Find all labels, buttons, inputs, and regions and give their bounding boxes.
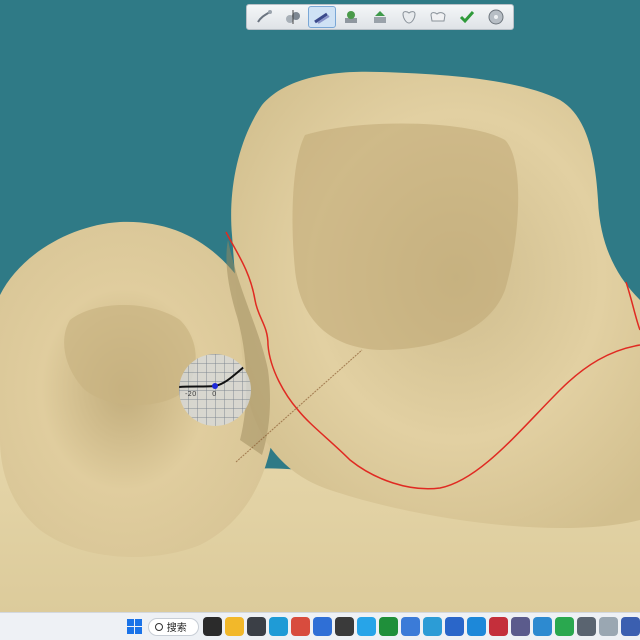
- search-label: 搜索: [166, 623, 187, 634]
- design-wizard-tool[interactable]: [337, 6, 365, 28]
- tooth-crown-tool[interactable]: [424, 6, 452, 28]
- code-app-icon[interactable]: [467, 617, 486, 636]
- adapt-icon: [374, 11, 386, 23]
- tooth-anatomy-icon: [402, 11, 416, 24]
- adapt-tool[interactable]: [366, 6, 394, 28]
- insertion-axis-tool[interactable]: [279, 6, 307, 28]
- 3d-viewport[interactable]: -20 0: [0, 0, 640, 612]
- lens-zero-label: 0: [212, 390, 217, 398]
- tooth-anatomy-tool[interactable]: [395, 6, 423, 28]
- ks-app-icon[interactable]: [445, 617, 464, 636]
- windows-logo-icon: [127, 619, 143, 634]
- ai-app-icon[interactable]: [335, 617, 354, 636]
- confirm-check-icon: [459, 11, 475, 24]
- instruments-tool[interactable]: [308, 6, 336, 28]
- design-app-icon[interactable]: [621, 617, 640, 636]
- start-button[interactable]: [126, 617, 144, 637]
- photos-icon[interactable]: [423, 617, 442, 636]
- store-icon[interactable]: [313, 617, 332, 636]
- confirm-tool[interactable]: [453, 6, 481, 28]
- chat-app-icon[interactable]: [555, 617, 574, 636]
- file-explorer-icon[interactable]: [225, 617, 244, 636]
- edge-icon[interactable]: [269, 617, 288, 636]
- taskbar-apps: [203, 617, 640, 636]
- windows-taskbar: 搜索: [0, 612, 640, 640]
- search-icon: [154, 622, 163, 631]
- taskbar-search[interactable]: 搜索: [147, 617, 199, 636]
- tooth-crown-icon: [430, 12, 446, 22]
- camera-app-icon[interactable]: [247, 617, 266, 636]
- task-view-icon[interactable]: [203, 617, 222, 636]
- save-disc-icon: [488, 9, 504, 25]
- lens-scale-label: -20: [185, 390, 197, 398]
- margin-line-tool[interactable]: [250, 6, 278, 28]
- remote-app-icon[interactable]: [533, 617, 552, 636]
- tooth-model-scene[interactable]: [0, 0, 640, 612]
- dev-app-icon[interactable]: [511, 617, 530, 636]
- design-toolbar: [246, 4, 514, 30]
- app-green-icon[interactable]: [379, 617, 398, 636]
- chrome-icon[interactable]: [291, 617, 310, 636]
- dental-cad-icon[interactable]: [599, 617, 618, 636]
- design-wizard-icon: [345, 11, 357, 23]
- browser-icon[interactable]: [357, 617, 376, 636]
- mail-icon[interactable]: [401, 617, 420, 636]
- section-lens[interactable]: -20 0: [179, 354, 251, 426]
- video-app-icon[interactable]: [489, 617, 508, 636]
- preparation-surface: [292, 123, 519, 351]
- margin-line-icon: [257, 10, 272, 23]
- instruments-icon: [314, 12, 330, 24]
- dental-tool-icon[interactable]: [577, 617, 596, 636]
- save-tool[interactable]: [482, 6, 510, 28]
- insertion-axis-icon: [286, 10, 300, 24]
